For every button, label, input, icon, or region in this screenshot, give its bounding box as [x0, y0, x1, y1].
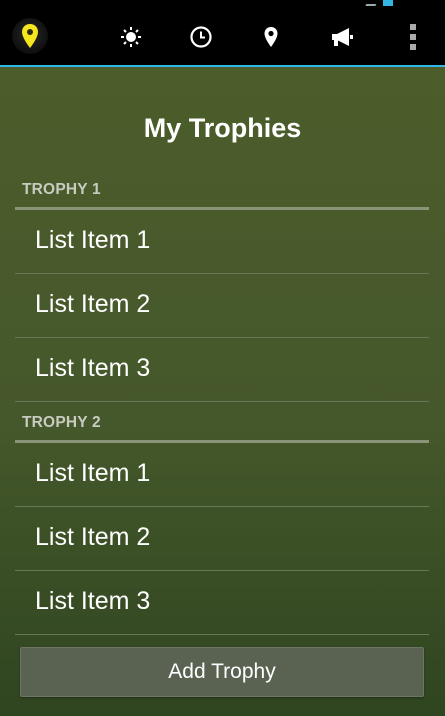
- list-item[interactable]: List Item 2: [15, 274, 429, 338]
- action-bar: [0, 8, 445, 67]
- content-area: My Trophies TROPHY 1 List Item 1 List It…: [0, 67, 445, 716]
- app-location-pin-icon[interactable]: [12, 18, 48, 54]
- section-header-trophy-2: TROPHY 2: [22, 414, 101, 431]
- battery-icon: [383, 0, 393, 6]
- add-trophy-button[interactable]: Add Trophy: [20, 647, 424, 697]
- overflow-menu-icon[interactable]: [400, 24, 426, 50]
- map-pin-icon[interactable]: [258, 24, 284, 50]
- brightness-icon[interactable]: [118, 24, 144, 50]
- list-item[interactable]: List Item 2: [15, 507, 429, 571]
- list-item[interactable]: List Item 3: [15, 338, 429, 402]
- megaphone-icon[interactable]: [329, 24, 355, 50]
- list-item-label: List Item 2: [35, 523, 151, 551]
- list-item-label: List Item 2: [35, 290, 151, 318]
- list-item[interactable]: List Item 3: [15, 571, 429, 635]
- list-item-label: List Item 1: [35, 459, 151, 487]
- list-item-label: List Item 1: [35, 226, 151, 254]
- list-item-label: List Item 3: [35, 587, 151, 615]
- signal-icon: [365, 0, 379, 6]
- list-item[interactable]: List Item 1: [15, 443, 429, 507]
- list-item-label: List Item 3: [35, 354, 151, 382]
- list-item[interactable]: List Item 1: [15, 210, 429, 274]
- section-header-trophy-1: TROPHY 1: [22, 181, 101, 198]
- status-bar: [0, 0, 445, 8]
- clock-icon[interactable]: [188, 24, 214, 50]
- page-title: My Trophies: [143, 113, 302, 143]
